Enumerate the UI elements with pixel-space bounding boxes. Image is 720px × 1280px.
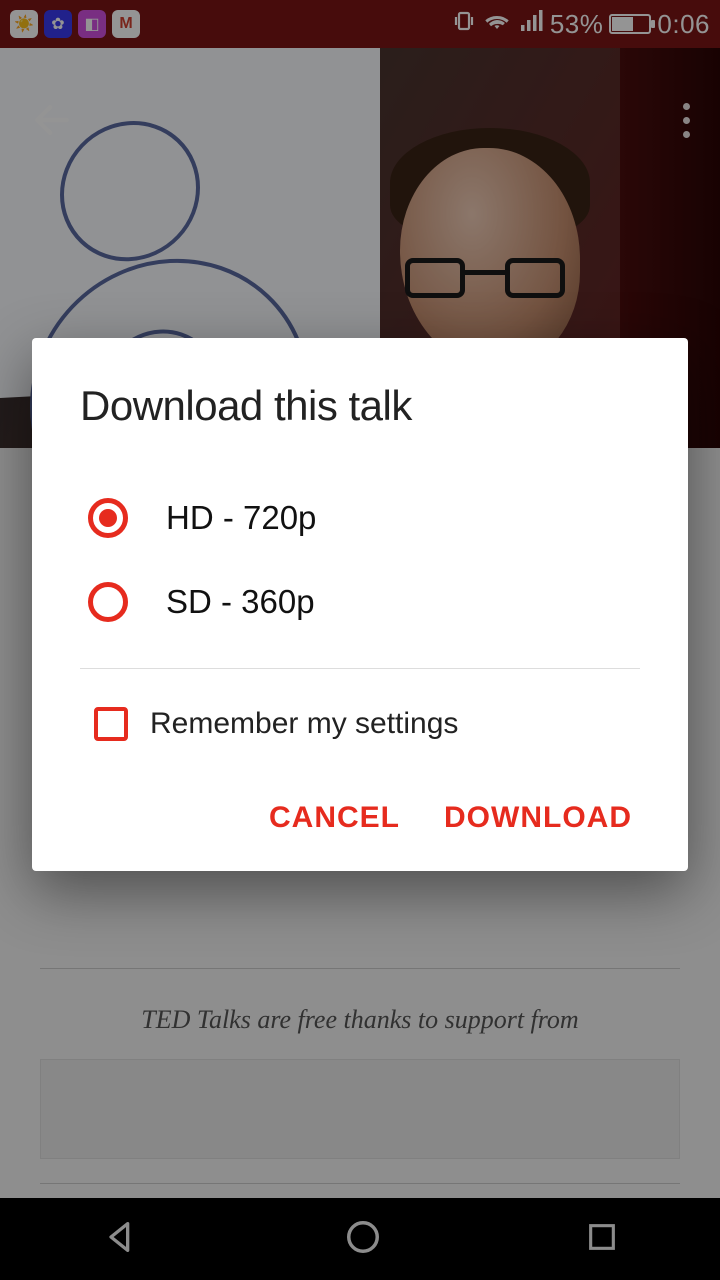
download-button[interactable]: DOWNLOAD xyxy=(444,801,632,835)
download-dialog: Download this talk HD - 720p SD - 360p R… xyxy=(32,338,688,871)
radio-hd[interactable] xyxy=(88,498,128,538)
remember-checkbox[interactable] xyxy=(94,707,128,741)
dialog-title: Download this talk xyxy=(80,382,640,430)
quality-label-sd: SD - 360p xyxy=(166,583,315,621)
radio-sd[interactable] xyxy=(88,582,128,622)
cancel-button[interactable]: CANCEL xyxy=(269,801,400,835)
quality-option-hd[interactable]: HD - 720p xyxy=(80,476,640,560)
dialog-divider xyxy=(80,668,640,669)
dialog-actions: CANCEL DOWNLOAD xyxy=(80,801,640,843)
quality-label-hd: HD - 720p xyxy=(166,499,316,537)
remember-label: Remember my settings xyxy=(150,707,458,741)
remember-settings-row[interactable]: Remember my settings xyxy=(80,703,640,801)
quality-option-sd[interactable]: SD - 360p xyxy=(80,560,640,644)
app-screen: ☀️ ✿ ◧ M 53% 0:06 wht xyxy=(0,0,720,1280)
